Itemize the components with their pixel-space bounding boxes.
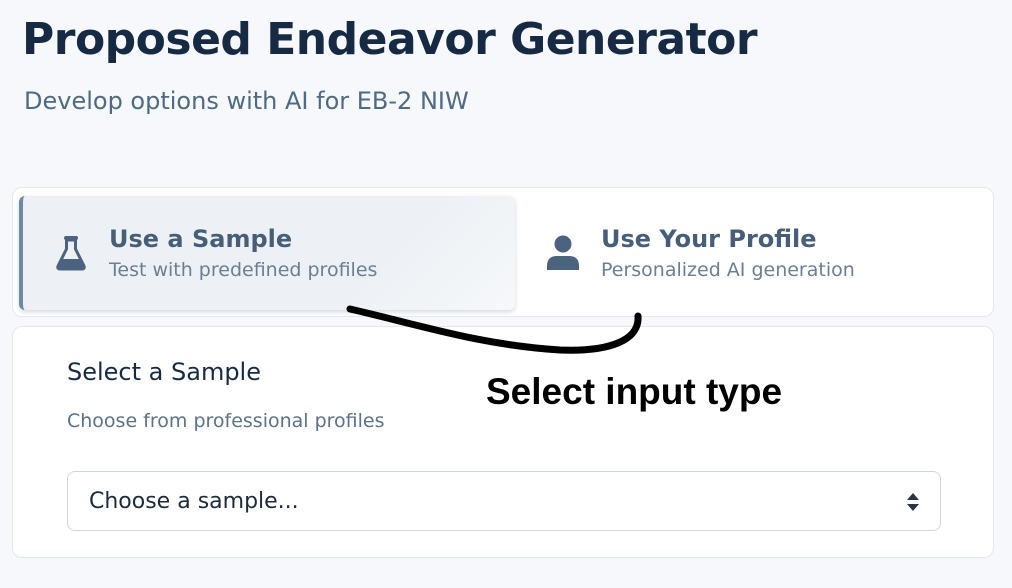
sample-select-card: Select a Sample Choose from professional… [12,326,994,558]
input-type-tabs: Use a Sample Test with predefined profil… [12,187,994,317]
sample-select-value: Choose a sample... [89,488,299,514]
tab-use-sample-description: Test with predefined profiles [109,259,378,281]
tab-use-profile-title: Use Your Profile [601,225,817,253]
tab-use-sample-text: Use a Sample Test with predefined profil… [109,222,377,284]
tab-use-profile-text: Use Your Profile Personalized AI generat… [601,222,855,284]
tab-use-sample-title: Use a Sample [109,225,293,253]
page-subtitle: Develop options with AI for EB-2 NIW [24,87,469,115]
sample-select[interactable]: Choose a sample... [67,471,941,531]
sort-arrows-icon [906,492,920,512]
tab-use-sample[interactable]: Use a Sample Test with predefined profil… [19,196,515,310]
sample-card-description: Choose from professional profiles [67,410,385,432]
tab-use-profile[interactable]: Use Your Profile Personalized AI generat… [523,196,987,310]
flask-icon [51,233,91,273]
sample-card-title: Select a Sample [67,358,261,386]
annotation-label: Select input type [486,371,783,412]
page: Proposed Endeavor Generator Develop opti… [0,0,1012,588]
user-icon [543,233,583,273]
page-title: Proposed Endeavor Generator [22,14,758,65]
tab-use-profile-description: Personalized AI generation [601,259,855,281]
